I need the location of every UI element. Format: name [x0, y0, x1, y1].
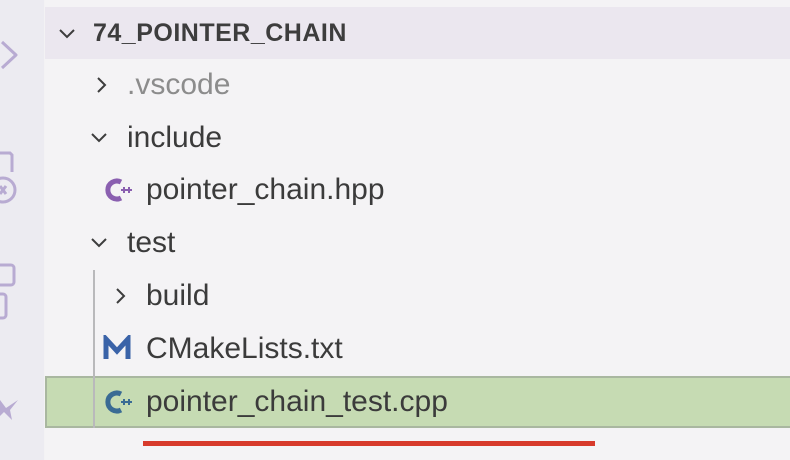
- chevron-down-icon: [91, 238, 107, 248]
- tree-item-label: .vscode: [127, 68, 231, 101]
- workspace-folder-header[interactable]: 74_POINTER_CHAIN: [45, 7, 790, 59]
- tree-item-label: include: [127, 121, 223, 154]
- workspace-folder-title: 74_POINTER_CHAIN: [93, 19, 347, 47]
- tree-item-include[interactable]: include: [45, 112, 790, 164]
- cpp-icon: [105, 390, 132, 414]
- tree-item-label: pointer_chain_test.cpp: [146, 385, 448, 418]
- tree-item-pointer-chain-test-cpp[interactable]: pointer_chain_test.cpp: [45, 376, 790, 428]
- tree-item-pointer-chain-hpp[interactable]: pointer_chain.hpp: [45, 164, 790, 216]
- chevron-down-icon: [59, 29, 75, 39]
- tree-item-test[interactable]: test: [45, 217, 790, 269]
- chevron-right-icon: [116, 288, 126, 304]
- file-explorer: 74_POINTER_CHAIN .vscode include pointer…: [45, 0, 790, 460]
- cpp-icon: [105, 178, 132, 202]
- extensions-icon[interactable]: [0, 262, 20, 322]
- chevron-down-icon: [91, 133, 107, 143]
- tree-item-build[interactable]: build: [45, 270, 790, 322]
- tree-item-label: build: [146, 279, 210, 312]
- remote-explorer-icon[interactable]: [0, 150, 20, 210]
- testing-icon[interactable]: [0, 390, 20, 426]
- chevron-right-icon: [97, 77, 107, 93]
- cmake-icon: [103, 335, 131, 359]
- tree-item-label: pointer_chain.hpp: [146, 173, 385, 206]
- vscode-window: 74_POINTER_CHAIN .vscode include pointer…: [0, 0, 790, 460]
- tree-item-vscode[interactable]: .vscode: [45, 59, 790, 111]
- tree-item-label: CMakeLists.txt: [146, 332, 343, 365]
- tree-item-cmakelists[interactable]: CMakeLists.txt: [45, 323, 790, 375]
- activity-bar: [0, 0, 44, 460]
- tree-item-label: test: [127, 226, 176, 259]
- indent-guide: [93, 270, 95, 428]
- run-debug-icon[interactable]: [0, 38, 20, 72]
- annotation-underline: [143, 441, 595, 446]
